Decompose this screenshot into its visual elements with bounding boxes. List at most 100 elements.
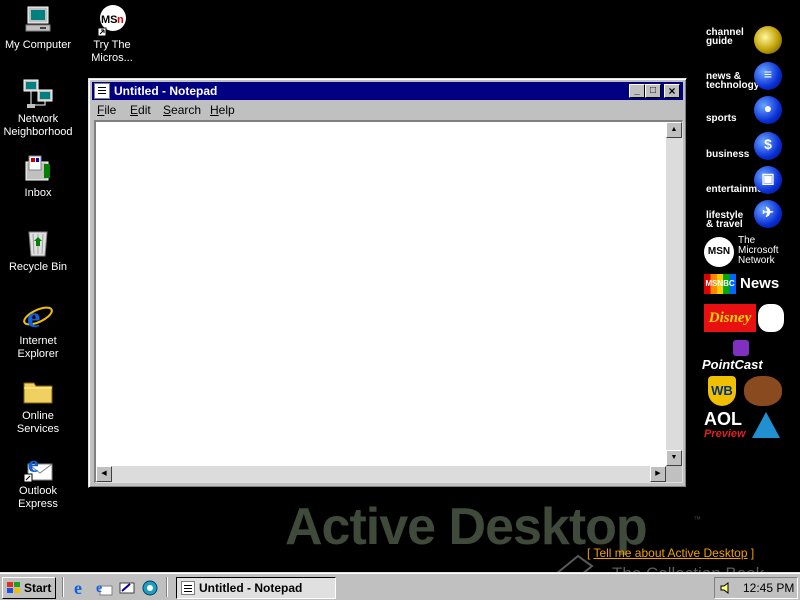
aol-text: AOL: [704, 409, 742, 429]
start-label: Start: [24, 581, 52, 595]
taskbar-button-label: Untitled - Notepad: [199, 581, 303, 595]
recycle-bin-icon: [22, 226, 54, 258]
msn-text: Network: [738, 255, 775, 266]
channel-news-technology[interactable]: news & technology ≡: [702, 60, 784, 92]
channel-pointcast[interactable]: PointCast: [702, 340, 784, 374]
desktop-icon-label: Internet: [19, 335, 57, 347]
pointcast-icon: [733, 340, 749, 356]
desktop-icon-label: Inbox: [24, 187, 52, 199]
newspaper-icon: ≡: [754, 62, 782, 90]
taskbar-button-notepad[interactable]: Untitled - Notepad: [176, 577, 336, 599]
aol-preview-text: Preview: [704, 428, 746, 440]
taskbar-separator: [166, 577, 168, 597]
desktop-icon-internet-explorer[interactable]: e Internet Explorer: [0, 300, 76, 361]
menu-search[interactable]: Search: [163, 103, 201, 117]
maximize-button[interactable]: □: [645, 84, 661, 98]
desktop-icon-label: Services: [16, 423, 60, 435]
svg-text:e: e: [96, 581, 102, 596]
desktop-icon-label: Try The: [93, 39, 131, 51]
menu-help[interactable]: Help: [210, 103, 235, 117]
soccer-ball-icon: ●: [754, 96, 782, 124]
msnbc-peacock-icon: MSNBC: [704, 274, 736, 294]
desktop-icon-online-services[interactable]: Online Services: [0, 375, 76, 436]
magnifier-icon: [754, 26, 782, 54]
trademark-symbol: ™: [693, 515, 701, 524]
svg-text:n: n: [117, 14, 124, 26]
menu-bar: File Edit Search Help: [92, 101, 683, 119]
channel-label: technology: [706, 80, 760, 91]
text-editor[interactable]: ▲ ▼ ◀ ▶: [94, 120, 683, 483]
scroll-up-button[interactable]: ▲: [666, 122, 682, 138]
horizontal-scrollbar[interactable]: ◀ ▶: [96, 466, 666, 482]
menu-file[interactable]: File: [97, 103, 116, 117]
window-title: Untitled - Notepad: [114, 84, 218, 98]
channel-sports[interactable]: sports ●: [702, 94, 784, 126]
quicklaunch-show-desktop-icon[interactable]: [118, 579, 136, 597]
taskbar-separator: [62, 577, 64, 597]
outlook-express-icon: e: [22, 450, 54, 483]
scroll-left-button[interactable]: ◀: [96, 466, 112, 482]
notepad-title-bar[interactable]: Untitled - Notepad _ □ ×: [92, 82, 683, 100]
svg-text:e: e: [27, 301, 40, 332]
scroll-right-button[interactable]: ▶: [650, 466, 666, 482]
svg-text:MS: MS: [101, 14, 118, 26]
channel-label: & travel: [706, 219, 743, 230]
desktop-icon-label: Express: [18, 498, 58, 510]
channel-lifestyle-travel[interactable]: lifestyle & travel ✈: [702, 198, 784, 230]
menu-edit[interactable]: Edit: [130, 103, 151, 117]
volume-icon[interactable]: [719, 581, 733, 595]
channel-guide[interactable]: channel guide: [702, 24, 784, 56]
clock[interactable]: 12:45 PM: [743, 581, 794, 595]
film-icon: ▣: [754, 166, 782, 194]
channel-msn[interactable]: MSN The Microsoft Network: [702, 236, 784, 268]
internet-explorer-icon: e: [22, 300, 54, 334]
notepad-icon[interactable]: [94, 83, 110, 99]
notepad-icon: [181, 581, 195, 595]
desktop-icon-try-msn[interactable]: MS n Try The Micros...: [74, 4, 150, 65]
resize-grip[interactable]: [666, 466, 682, 482]
msn-icon: MS n: [96, 4, 128, 37]
vertical-scrollbar[interactable]: ▲ ▼: [666, 122, 682, 466]
minimize-button[interactable]: _: [629, 84, 645, 98]
desktop-icon-network-neighborhood[interactable]: Network Neighborhood: [0, 78, 76, 139]
channel-label: business: [706, 149, 750, 160]
inbox-icon: [22, 152, 54, 184]
quicklaunch-outlook-express-icon[interactable]: e: [95, 579, 113, 597]
desktop-icon-label: Neighborhood: [3, 126, 73, 138]
channel-label: sports: [706, 113, 737, 124]
desktop-icon-my-computer[interactable]: My Computer: [0, 4, 76, 52]
network-icon: [22, 78, 54, 110]
desktop-icon-label: Recycle Bin: [8, 261, 68, 273]
desktop-icon-label: Online: [22, 410, 54, 422]
notepad-window[interactable]: Untitled - Notepad _ □ × File Edit Searc…: [88, 78, 687, 488]
quicklaunch-internet-explorer-icon[interactable]: e: [72, 578, 90, 598]
channel-warner-bros[interactable]: WB: [702, 374, 784, 408]
tell-me-link[interactable]: Tell me about Active Desktop: [593, 546, 747, 560]
system-tray: 12:45 PM: [714, 577, 798, 599]
desktop-icon-label: Outlook: [19, 485, 57, 497]
desktop-icon-outlook-express[interactable]: e Outlook Express: [0, 450, 76, 511]
windows-logo-icon: [7, 582, 21, 594]
desktop-icon-label: My Computer: [4, 39, 72, 51]
desktop-icon-label: Network: [17, 113, 59, 125]
start-button[interactable]: Start: [2, 577, 56, 599]
channel-aol-preview[interactable]: AOL Preview: [702, 410, 784, 442]
channel-msnbc-news[interactable]: MSNBC News: [702, 272, 784, 296]
desktop-icon-inbox[interactable]: Inbox: [0, 152, 76, 200]
close-button[interactable]: ×: [664, 84, 680, 98]
quicklaunch-channels-icon[interactable]: [141, 579, 159, 597]
channel-entertainment[interactable]: entertainment ▣: [702, 164, 784, 196]
channel-business[interactable]: business $: [702, 130, 784, 162]
taz-icon: [744, 376, 782, 406]
svg-text:e: e: [74, 579, 82, 597]
scroll-down-button[interactable]: ▼: [666, 450, 682, 466]
bracket-close: ]: [747, 546, 755, 560]
desktop-icon-label: Explorer: [17, 348, 59, 360]
dollar-icon: $: [754, 132, 782, 160]
disney-logo: Disney: [704, 304, 756, 332]
desktop-icon-recycle-bin[interactable]: Recycle Bin: [0, 226, 76, 274]
msn-logo-icon: MSN: [704, 237, 734, 267]
folder-icon: [22, 375, 54, 407]
channel-disney[interactable]: Disney: [702, 302, 784, 334]
tell-me-about-active-desktop: [ Tell me about Active Desktop ]: [587, 546, 754, 560]
